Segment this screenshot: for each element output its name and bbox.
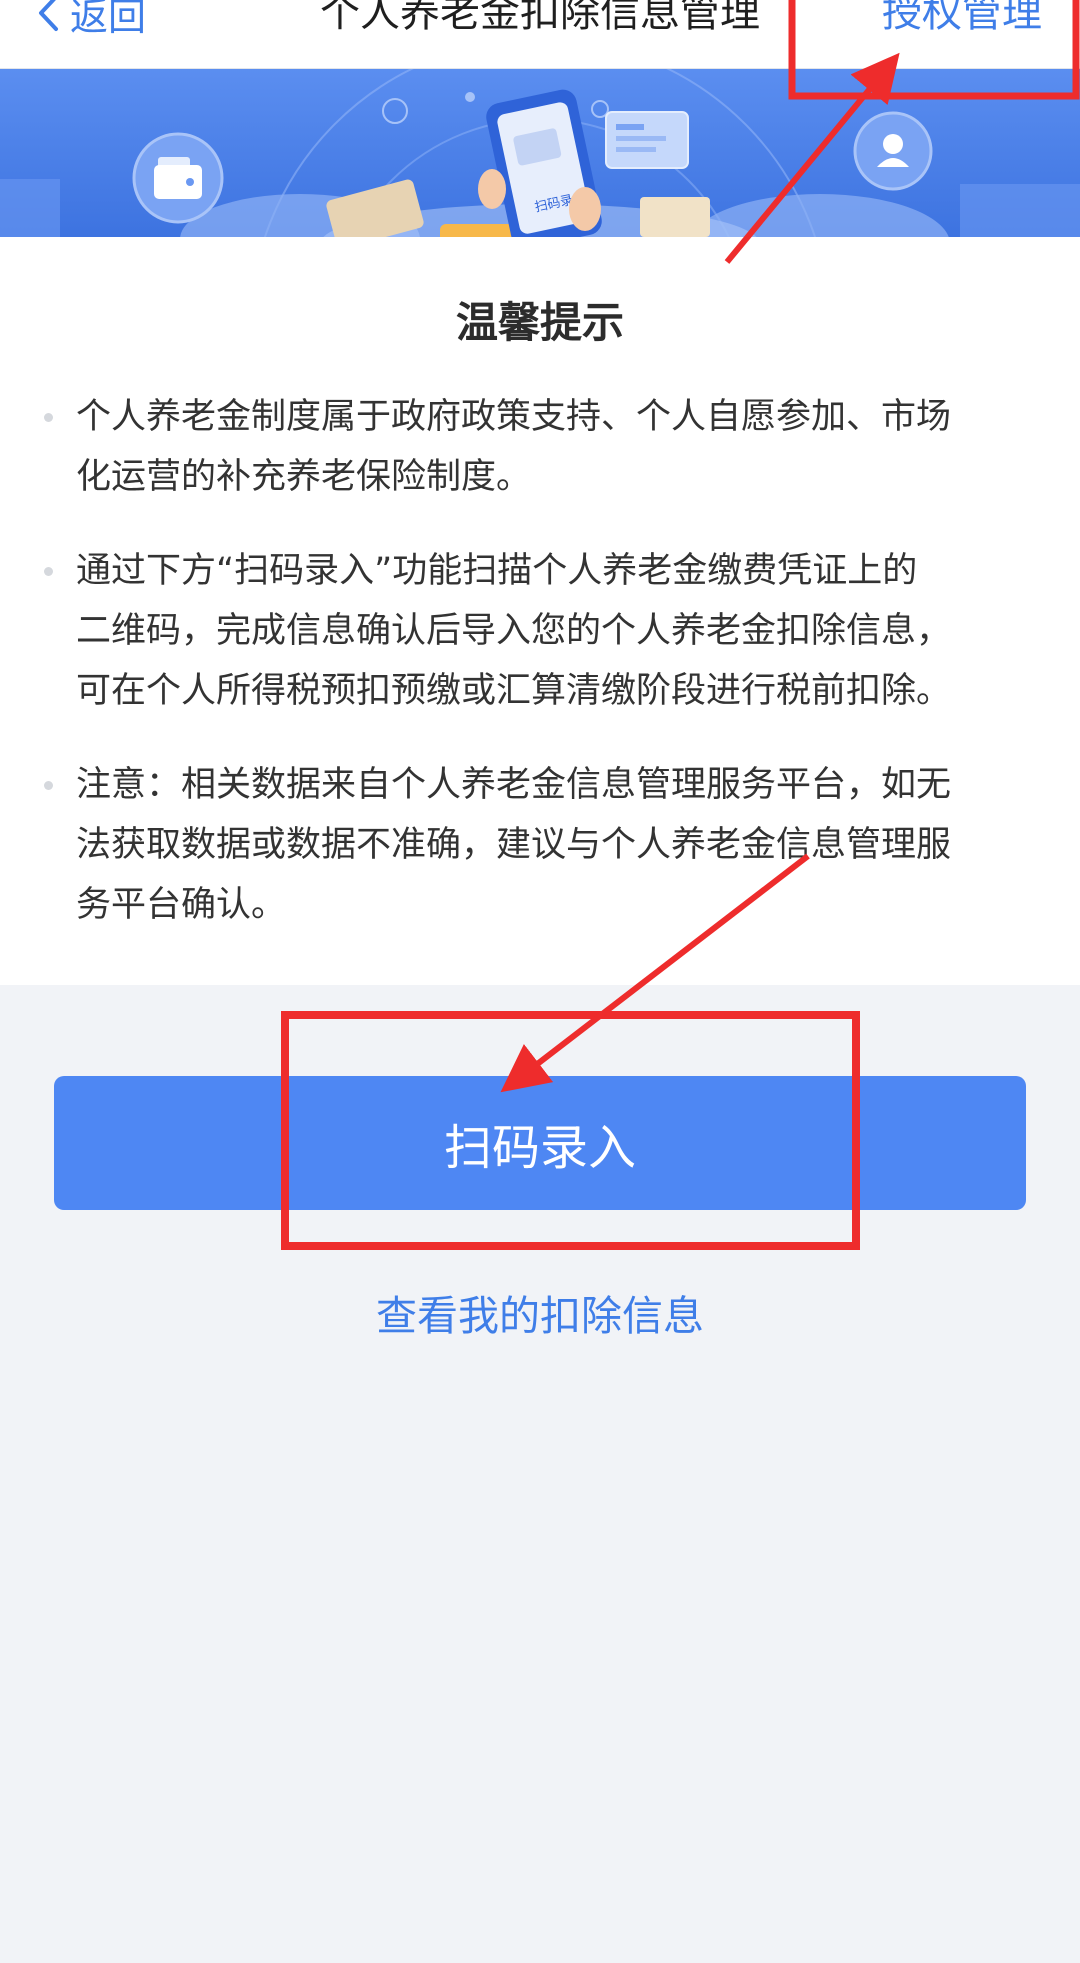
notice-item: 注意：相关数据来自个人养老金信息管理服务平台，如无 法获取数据或数据不准确，建议… <box>44 755 1044 935</box>
notice-line: 通过下方“扫码录入”功能扫描个人养老金缴费凭证上的 <box>76 551 918 591</box>
notice-item: 个人养老金制度属于政府政策支持、个人自愿参加、市场 化运营的补充养老保险制度。 <box>44 387 1044 507</box>
notice-title: 温馨提示 <box>455 298 624 347</box>
notice-line: 化运营的补充养老保险制度。 <box>76 457 532 497</box>
bullet-icon <box>44 567 53 576</box>
bullet-icon <box>44 413 53 422</box>
notice-line: 法获取数据或数据不准确，建议与个人养老金信息管理服 <box>76 825 952 865</box>
authorization-management-link[interactable]: 授权管理 <box>882 0 1042 48</box>
notice-line: 个人养老金制度属于政府政策支持、个人自愿参加、市场 <box>76 397 952 437</box>
notice-card: 温馨提示 个人养老金制度属于政府政策支持、个人自愿参加、市场 化运营的补充养老保… <box>0 237 1080 985</box>
notice-line: 可在个人所得税预扣预缴或汇算清缴阶段进行税前扣除。 <box>76 671 952 711</box>
card-icon <box>605 111 689 169</box>
notice-item: 通过下方“扫码录入”功能扫描个人养老金缴费凭证上的 二维码，完成信息确认后导入您… <box>44 541 1044 721</box>
notice-line: 二维码，完成信息确认后导入您的个人养老金扣除信息， <box>76 611 952 651</box>
notice-line: 务平台确认。 <box>76 885 287 925</box>
bullet-icon <box>44 781 53 790</box>
view-my-deductions-link[interactable]: 查看我的扣除信息 <box>0 1282 1080 1342</box>
user-avatar-icon <box>853 111 933 191</box>
wallet-icon <box>132 132 224 224</box>
banner-illustration: 扫码录入 <box>0 69 1080 237</box>
scan-entry-button[interactable]: 扫码录入 <box>54 1076 1026 1210</box>
notice-list: 个人养老金制度属于政府政策支持、个人自愿参加、市场 化运营的补充养老保险制度。 … <box>44 387 1044 969</box>
notice-line: 注意：相关数据来自个人养老金信息管理服务平台，如无 <box>76 765 952 805</box>
navigation-bar: 返回 个人养老金扣除信息管理 授权管理 <box>0 0 1080 69</box>
